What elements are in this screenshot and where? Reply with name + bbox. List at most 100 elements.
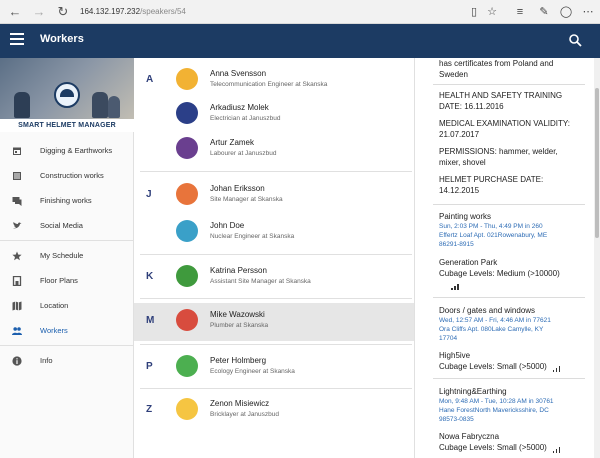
- people-icon: [12, 327, 22, 335]
- worker-name: Katrina Persson: [210, 266, 267, 275]
- hub-icon[interactable]: ≡: [512, 3, 528, 21]
- section-letter: P: [146, 361, 153, 372]
- share-icon[interactable]: ◯: [558, 3, 574, 21]
- section-letter: A: [146, 74, 154, 85]
- section-letter: M: [146, 315, 155, 326]
- reading-view-icon[interactable]: ▯: [466, 3, 482, 21]
- worker-name: Mike Wazowski: [210, 310, 265, 319]
- session-doors[interactable]: Doors / gates and windows Wed, 12:57 AM …: [439, 305, 589, 343]
- more-icon[interactable]: ⋯: [580, 3, 596, 21]
- detail-line: mixer, shovel: [439, 158, 486, 167]
- session-painting[interactable]: Painting works Sun, 2:03 PM - Thu, 4:49 …: [439, 211, 589, 249]
- sidebar-divider: [0, 345, 133, 346]
- url-host: 164.132.197.232: [80, 7, 141, 16]
- session-lightning[interactable]: Lightning&Earthing Mon, 9:48 AM - Tue, 1…: [439, 386, 589, 424]
- signal-bars-icon: [552, 442, 562, 453]
- hamburger-menu-icon[interactable]: [10, 33, 24, 47]
- session-generation-park[interactable]: Generation Park Cubage Levels: Medium (>…: [439, 257, 589, 290]
- workers-list: A Anna Svensson Telecommunication Engine…: [134, 58, 414, 458]
- detail-line: DATE: 16.11.2016: [439, 102, 504, 111]
- list-item[interactable]: P Peter Holmberg Ecology Engineer at Ska…: [134, 349, 414, 387]
- sidebar-item-label: Social Media: [40, 221, 83, 230]
- sidebar-item-location[interactable]: Location: [0, 293, 133, 318]
- detail-line: HEALTH AND SAFETY TRAINING: [439, 91, 563, 100]
- app-logo: SMART HELMET MANAGER: [0, 58, 134, 132]
- health-training: HEALTH AND SAFETY TRAINING DATE: 16.11.20…: [439, 90, 589, 112]
- session-nowa-fabryczna[interactable]: Nowa Fabryczna Cubage Levels: Small (>50…: [439, 431, 589, 453]
- list-item[interactable]: Z Zenon Misiewicz Bricklayer at Januszbu…: [134, 392, 414, 430]
- search-icon[interactable]: [569, 34, 582, 47]
- cubage-level-row: Cubage Levels: Small (>5000): [439, 442, 589, 453]
- section-divider: [140, 344, 412, 345]
- worker-role: Labourer at Januszbud: [210, 150, 277, 157]
- avatar: [176, 355, 198, 377]
- session-address: 86291-8915: [439, 241, 474, 248]
- session-time: Wed, 12:57 AM - Fri, 4:46 AM in 77621: [439, 317, 551, 324]
- favorite-star-icon[interactable]: ☆: [484, 3, 500, 21]
- info-icon: [12, 356, 22, 366]
- detail-line: PERMISSIONS: hammer, welder,: [439, 147, 558, 156]
- web-note-icon[interactable]: ✎: [536, 3, 552, 21]
- sidebar-item-label: Workers: [40, 326, 68, 335]
- worker-name: Zenon Misiewicz: [210, 399, 270, 408]
- session-title: Lightning&Earthing: [439, 387, 507, 396]
- page-title: Workers: [40, 33, 84, 45]
- url-path: /speakers/54: [140, 7, 186, 16]
- detail-divider: [433, 84, 585, 85]
- helmet-logo-icon: [54, 82, 80, 108]
- detail-line: 14.12.2015: [439, 186, 480, 195]
- sidebar-item-finishing[interactable]: Finishing works: [0, 188, 133, 213]
- session-title: Painting works: [439, 212, 492, 221]
- back-icon[interactable]: ←: [6, 3, 24, 21]
- detail-line: MEDICAL EXAMINATION VALIDITY:: [439, 119, 570, 128]
- layers-icon: [12, 276, 22, 286]
- map-icon: [12, 301, 22, 311]
- sidebar-divider: [0, 240, 133, 241]
- worker-name: Arkadiusz Molek: [210, 103, 269, 112]
- address-bar[interactable]: 164.132.197.232/speakers/54: [80, 4, 460, 20]
- worker-name: John Doe: [210, 221, 245, 230]
- avatar: [176, 265, 198, 287]
- list-item[interactable]: Artur Zamek Labourer at Januszbud: [134, 131, 414, 169]
- list-item[interactable]: A Anna Svensson Telecommunication Engine…: [134, 62, 414, 100]
- worker-silhouette: [108, 96, 120, 118]
- session-title: Doors / gates and windows: [439, 306, 536, 315]
- worker-name: Artur Zamek: [210, 138, 255, 147]
- sidebar: SMART HELMET MANAGER Digging & Earthwork…: [0, 58, 134, 458]
- cubage-level: Cubage Levels: Small (>5000): [439, 362, 547, 371]
- sidebar-item-schedule[interactable]: My Schedule: [0, 243, 133, 268]
- list-item[interactable]: J Johan Eriksson Site Manager at Skanska: [134, 177, 414, 215]
- worker-role: Plumber at Skanska: [210, 322, 269, 329]
- session-high5ive[interactable]: High5ive Cubage Levels: Small (>5000): [439, 350, 589, 372]
- detail-line: Sweden: [439, 70, 468, 79]
- sidebar-item-construction[interactable]: Construction works: [0, 163, 133, 188]
- sidebar-item-label: Info: [40, 356, 53, 365]
- refresh-icon[interactable]: ↻: [54, 3, 72, 21]
- section-letter: K: [146, 271, 154, 282]
- sidebar-item-floor-plans[interactable]: Floor Plans: [0, 268, 133, 293]
- chat-icon: [12, 197, 22, 206]
- worker-role: Ecology Engineer at Skanska: [210, 368, 295, 375]
- sidebar-item-workers[interactable]: Workers: [0, 318, 133, 343]
- sidebar-item-label: Digging & Earthworks: [40, 146, 113, 155]
- sidebar-item-label: Floor Plans: [40, 276, 78, 285]
- sidebar-item-social[interactable]: Social Media: [0, 213, 133, 238]
- scrollbar-thumb[interactable]: [595, 88, 599, 238]
- sidebar-item-label: Finishing works: [40, 196, 92, 205]
- worker-role: Assistant Site Manager at Skanska: [210, 278, 311, 285]
- sidebar-item-info[interactable]: Info: [0, 348, 133, 373]
- detail-scrollbar[interactable]: [594, 58, 600, 458]
- list-item[interactable]: K Katrina Persson Assistant Site Manager…: [134, 259, 414, 297]
- permissions: PERMISSIONS: hammer, welder, mixer, shove…: [439, 146, 589, 168]
- session-address: 17704: [439, 335, 458, 342]
- list-item-selected[interactable]: M Mike Wazowski Plumber at Skanska: [134, 303, 414, 341]
- sidebar-item-digging[interactable]: Digging & Earthworks: [0, 138, 133, 163]
- list-item[interactable]: Arkadiusz Molek Electrician at Januszbud: [134, 96, 414, 134]
- worker-silhouette: [92, 92, 108, 118]
- list-item[interactable]: John Doe Nuclear Engineer at Skanska: [134, 214, 414, 252]
- logo-text: SMART HELMET MANAGER: [0, 119, 134, 132]
- section-divider: [140, 171, 412, 172]
- session-address: Hane ForestNorth Mavericksshire, DC: [439, 407, 549, 414]
- forward-icon[interactable]: →: [30, 3, 48, 21]
- certificates-text: has certificates from Poland and Sweden: [439, 58, 589, 80]
